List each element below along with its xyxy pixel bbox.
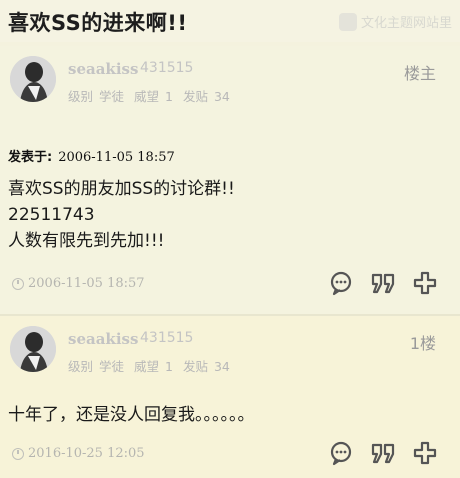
prestige-label: 威望 xyxy=(134,359,160,374)
post-body-line: 十年了，还是没人回复我。。。。。。 xyxy=(8,405,255,425)
avatar[interactable] xyxy=(10,326,56,372)
footer-time-text: 2006-11-05 18:57 xyxy=(28,276,145,291)
level-value: 学徒 xyxy=(99,89,125,104)
avatar[interactable] xyxy=(10,56,56,102)
watermark-logo-icon xyxy=(338,12,357,31)
floor-label: 楼主 xyxy=(403,64,436,83)
footer-time-text: 2016-10-25 12:05 xyxy=(28,446,145,461)
plus-icon[interactable] xyxy=(412,270,438,296)
posts-value: 34 xyxy=(213,89,230,104)
clock-icon xyxy=(12,277,24,290)
post-reply: seaakiss 431515 级别 学徒 威望 1 发贴 34 1楼 十年了，还是没… xyxy=(0,316,460,478)
posts-label: 发贴 xyxy=(182,89,208,104)
posts-value: 34 xyxy=(213,359,230,374)
post-actions xyxy=(328,440,438,466)
comment-icon[interactable] xyxy=(328,270,354,296)
post-body-line: 喜欢SS的朋友加SS的讨论群!! xyxy=(8,179,235,199)
level-label: 级别 xyxy=(68,359,94,374)
user-stats: 级别 学徒 威望 1 发贴 34 xyxy=(68,86,236,105)
prestige-value: 1 xyxy=(165,359,173,374)
plus-icon[interactable] xyxy=(412,440,438,466)
post-footer-time: 2006-11-05 18:57 xyxy=(12,276,145,291)
posted-date: 2006-11-05 18:57 xyxy=(58,150,175,165)
user-stats: 级别 学徒 威望 1 发贴 34 xyxy=(68,356,236,375)
post-original: seaakiss 431515 级别 学徒 威望 1 发贴 34 楼主 发表于: 200… xyxy=(0,46,460,314)
watermark-text: 文化主题网站里 xyxy=(360,16,452,31)
username[interactable]: seaakiss xyxy=(68,330,138,348)
post-footer-time: 2016-10-25 12:05 xyxy=(12,446,145,461)
post-actions xyxy=(328,270,438,296)
post-body: 十年了，还是没人回复我。。。。。。 xyxy=(8,402,255,428)
user-id: 431515 xyxy=(140,330,194,346)
post-body: 喜欢SS的朋友加SS的讨论群!! 22511743 人数有限先到先加!!! xyxy=(8,176,235,254)
thread-title: 喜欢SS的进来啊!! xyxy=(8,11,188,35)
prestige-label: 威望 xyxy=(134,89,160,104)
avatar-image xyxy=(10,326,56,372)
quote-icon[interactable] xyxy=(370,270,396,296)
level-value: 学徒 xyxy=(99,359,125,374)
thread-header: 喜欢SS的进来啊!! 文化主题网站里 xyxy=(0,0,460,42)
avatar-image xyxy=(10,56,56,102)
post-body-line: 22511743 xyxy=(8,205,95,225)
posted-at: 发表于: 2006-11-05 18:57 xyxy=(8,146,175,165)
comment-icon[interactable] xyxy=(328,440,354,466)
username[interactable]: seaakiss xyxy=(68,60,138,78)
user-id: 431515 xyxy=(140,60,194,76)
posts-label: 发贴 xyxy=(182,359,208,374)
posted-label: 发表于: xyxy=(8,150,53,165)
post-body-line: 人数有限先到先加!!! xyxy=(8,231,165,251)
floor-label: 1楼 xyxy=(409,334,436,353)
clock-icon xyxy=(12,447,24,460)
prestige-value: 1 xyxy=(165,89,173,104)
watermark: 文化主题网站里 xyxy=(338,12,452,31)
level-label: 级别 xyxy=(68,89,94,104)
quote-icon[interactable] xyxy=(370,440,396,466)
